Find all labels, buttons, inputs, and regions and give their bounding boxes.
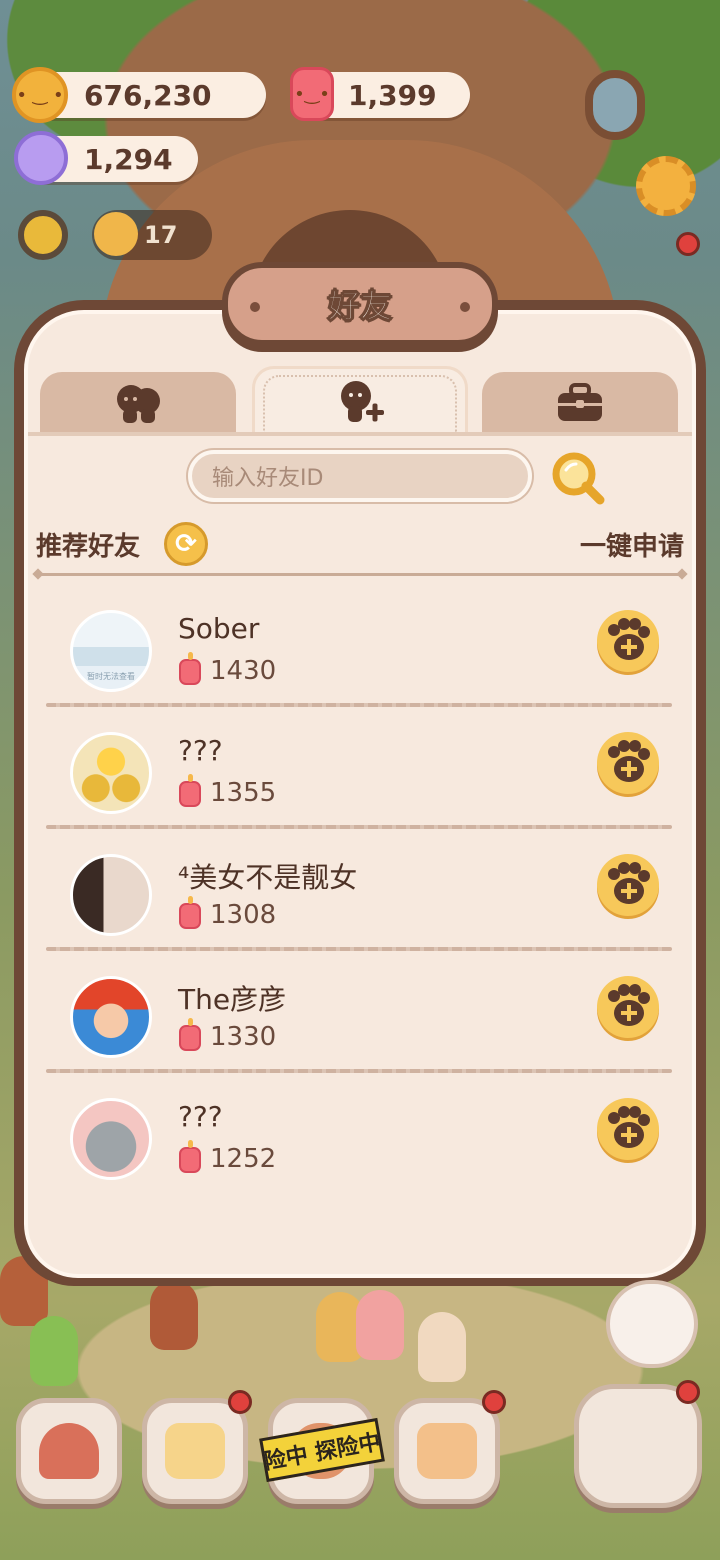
friend-row: ⁴美女不是靓女 1308 (46, 830, 672, 951)
friend-avatar[interactable]: 暂时无法查看 (70, 610, 152, 692)
search-placeholder: 输入好友ID (212, 466, 324, 491)
add-friend-paw-button[interactable] (594, 730, 662, 798)
sun-icon[interactable] (18, 210, 68, 260)
sunglasses-npc (418, 1312, 466, 1382)
green-cookie-npc (30, 1316, 78, 1386)
build-house-button[interactable] (16, 1398, 122, 1504)
friend-score: 1330 (210, 1022, 277, 1052)
shop-button[interactable] (394, 1398, 500, 1504)
candle-currency-icon: •‿• (290, 67, 334, 121)
friend-avatar[interactable] (70, 854, 152, 936)
friend-name: Sober (178, 612, 260, 645)
candle-icon (179, 774, 201, 807)
section-divider (36, 573, 684, 576)
friend-avatar[interactable] (70, 1098, 152, 1180)
friend-avatar[interactable] (70, 732, 152, 814)
friend-row: 暂时无法查看 Sober 1430 (46, 586, 672, 707)
friend-name: ??? (178, 734, 223, 767)
friend-name: ??? (178, 1100, 223, 1133)
cookie-population-badge[interactable]: 17 (92, 210, 212, 260)
add-friend-paw-button[interactable] (594, 608, 662, 676)
population-count: 17 (144, 221, 178, 249)
tab-friends-list[interactable] (40, 372, 236, 434)
briefcase-icon (558, 383, 602, 421)
notification-dot (482, 1390, 506, 1414)
search-icon[interactable] (548, 448, 608, 508)
apply-all-button[interactable]: 一键申请 (580, 526, 684, 563)
friend-score: 1252 (210, 1144, 277, 1174)
diary-button[interactable] (142, 1398, 248, 1504)
candle-icon (179, 652, 201, 685)
friend-score: 1308 (210, 900, 277, 930)
cookie-head-icon (94, 212, 138, 256)
add-friend-paw-button[interactable] (594, 974, 662, 1042)
dialog-title-plate: 好友 (222, 262, 498, 346)
dialog-title: 好友 (327, 287, 392, 326)
friend-row: ??? 1355 (46, 708, 672, 829)
friend-name: ⁴美女不是靓女 (178, 861, 358, 894)
notebook-heart-icon (165, 1423, 225, 1479)
add-friend-paw-button[interactable] (594, 1096, 662, 1164)
mushroom-house-icon (39, 1423, 99, 1479)
candy-currency-icon (14, 131, 68, 185)
cookie-chat-bubble[interactable] (606, 1280, 698, 1368)
add-friend-paw-button[interactable] (594, 852, 662, 920)
candle-icon (179, 1140, 201, 1173)
avatar-caption: 暂时无法查看 (87, 672, 135, 681)
two-people-icon (117, 385, 160, 423)
friend-name: The彦彦 (178, 983, 287, 1016)
friend-id-search-input[interactable]: 输入好友ID (188, 450, 532, 502)
gingerbread-npc (150, 1280, 198, 1350)
tab-divider (28, 432, 692, 436)
row-divider (46, 947, 672, 951)
pink-cookie-npc (356, 1290, 404, 1360)
friend-row: The彦彦 1330 (46, 952, 672, 1073)
notification-dot (228, 1390, 252, 1414)
tab-add-friend[interactable] (252, 366, 468, 434)
friend-score: 1355 (210, 778, 277, 808)
cookie-currency-icon: • ‿ • (12, 67, 68, 123)
notification-dot (676, 232, 700, 256)
friend-score: 1430 (210, 656, 277, 686)
row-divider (46, 1069, 672, 1073)
tab-gifts[interactable] (482, 372, 678, 434)
row-divider (46, 825, 672, 829)
friend-row: ??? 1252 (46, 1074, 672, 1195)
row-divider (46, 703, 672, 707)
candle-icon (179, 896, 201, 929)
shop-stall-icon (417, 1423, 477, 1479)
friend-avatar[interactable] (70, 976, 152, 1058)
refresh-icon[interactable]: ⟳ (164, 522, 208, 566)
recommended-friends-label: 推荐好友 (36, 532, 141, 562)
notification-dot (676, 1380, 700, 1404)
candle-icon (179, 1018, 201, 1051)
settings-gear-icon[interactable] (636, 156, 696, 216)
house-window (585, 70, 645, 140)
